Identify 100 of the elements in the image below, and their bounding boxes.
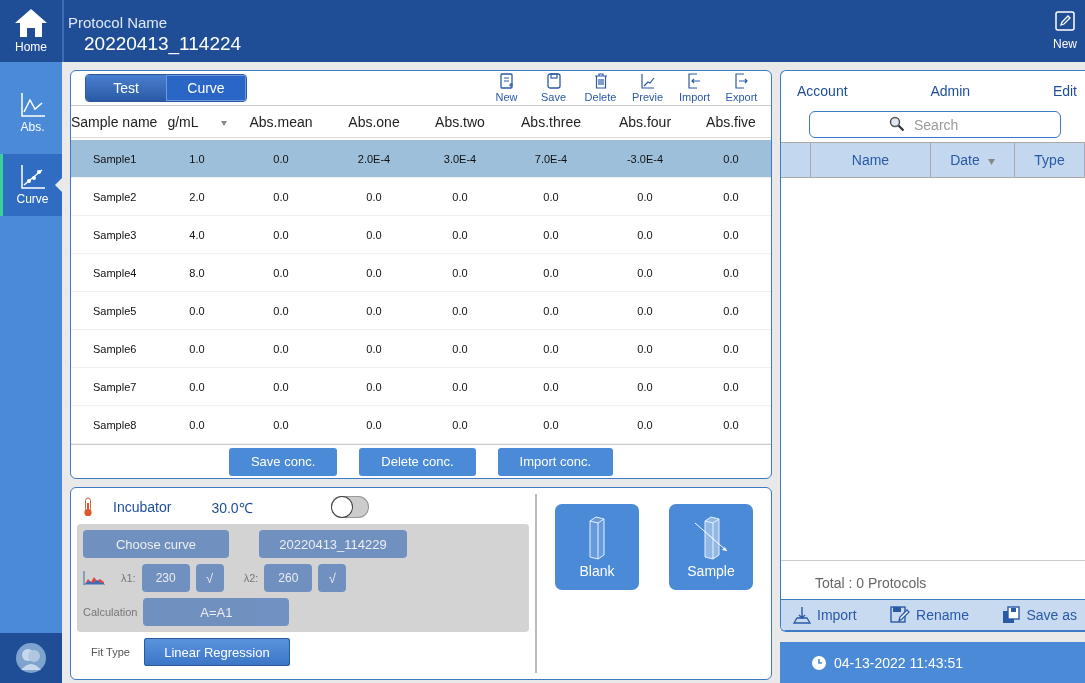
table-cell-text: 0.0 xyxy=(542,190,560,203)
table-cell-text: Sample7 xyxy=(92,380,138,393)
table-cell-text: Sample6 xyxy=(92,342,138,355)
action-button[interactable]: Save conc. xyxy=(228,447,338,476)
datetime: 04-13-2022 11:43:51 xyxy=(834,654,963,671)
edit-button[interactable]: Edit xyxy=(1052,83,1077,99)
column-header[interactable]: Abs.four xyxy=(618,113,672,130)
table-row[interactable]: Sample6 0.0 0.0 0.0 0.0 0.0 0.0 0.0 xyxy=(71,330,771,369)
table-row[interactable]: Sample1 1.0 0.0 2.0E-4 3.0E-4 7.0E-4 -3.0E-4 0.0 xyxy=(71,140,771,179)
table-cell-text: 0.0 xyxy=(365,304,383,317)
table-cell-text: 0.0 xyxy=(365,342,383,355)
table-cell-text: 0.0 xyxy=(365,266,383,279)
table-row[interactable]: Sample2 2.0 0.0 0.0 0.0 0.0 0.0 0.0 xyxy=(71,178,771,217)
action-button[interactable]: Import conc. xyxy=(497,447,614,476)
home-icon xyxy=(14,8,48,38)
table-cell-text: Sample4 xyxy=(92,266,138,279)
table-cell-text: 0.0 xyxy=(451,228,469,241)
table-cell-text: 0.0 xyxy=(365,380,383,393)
sidebar-item[interactable]: Abs. xyxy=(0,82,62,144)
protocol-action-button[interactable]: Import xyxy=(793,606,857,624)
table-cell-text: 1.0 xyxy=(188,152,206,165)
table-cell-text: 0.0 xyxy=(451,380,469,393)
table-cell-text: 8.0 xyxy=(188,266,206,279)
import-icon xyxy=(793,606,811,624)
column-header[interactable]: Name xyxy=(851,152,890,168)
column-header[interactable]: Abs.two xyxy=(435,113,485,130)
table-cell-text: 0.0 xyxy=(188,380,206,393)
table-cell-text: 4.0 xyxy=(188,228,206,241)
account-name: Admin xyxy=(930,83,971,99)
table-row[interactable]: Sample4 8.0 0.0 0.0 0.0 0.0 0.0 0.0 xyxy=(71,254,771,293)
chart-icon xyxy=(640,73,655,90)
cuvette-light-icon xyxy=(693,515,729,561)
table-cell-text: 0.0 xyxy=(451,266,469,279)
measure-button[interactable]: Sample xyxy=(669,504,753,590)
table-row[interactable]: Sample3 4.0 0.0 0.0 0.0 0.0 0.0 0.0 xyxy=(71,216,771,255)
table-cell-text: 0.0 xyxy=(722,152,740,165)
column-header[interactable]: Abs.five xyxy=(706,113,756,130)
table-cell-text: 0.0 xyxy=(272,342,290,355)
table-cell-text: 0.0 xyxy=(542,380,560,393)
table-cell-text: 0.0 xyxy=(542,342,560,355)
table-cell-text: 0.0 xyxy=(636,266,654,279)
table-cell-text: 0.0 xyxy=(365,418,383,431)
toolbar-button[interactable]: Import xyxy=(673,73,716,104)
search-field[interactable]: Search xyxy=(809,111,1061,138)
clock-icon xyxy=(812,655,826,670)
home-button[interactable]: Home xyxy=(0,0,62,62)
new-button[interactable]: New xyxy=(1045,0,1085,62)
toolbar-button[interactable]: New xyxy=(485,73,528,104)
tab[interactable]: Curve xyxy=(166,75,246,102)
table-cell-text: 0.0 xyxy=(272,266,290,279)
table-cell-text: Sample2 xyxy=(92,190,138,203)
measure-button[interactable]: Blank xyxy=(555,504,639,590)
thermometer-icon xyxy=(83,497,93,517)
column-header[interactable]: Sample name xyxy=(71,113,158,130)
protocol-name: 20220413_114224 xyxy=(83,33,242,55)
toolbar-button[interactable]: Export xyxy=(720,73,763,104)
column-header[interactable]: Abs.one xyxy=(348,113,400,130)
sort-icon[interactable] xyxy=(220,120,227,126)
column-header[interactable]: Abs.mean xyxy=(249,113,313,130)
column-header[interactable]: Type xyxy=(1034,152,1065,168)
column-header[interactable]: g/mL xyxy=(167,113,227,130)
save-as-icon xyxy=(1002,606,1021,624)
table-cell-text: 0.0 xyxy=(542,266,560,279)
table-cell-text: 0.0 xyxy=(272,380,290,393)
table-cell-text: 0.0 xyxy=(188,304,206,317)
table-cell-text: 0.0 xyxy=(272,228,290,241)
protocol-action-button[interactable]: Save as xyxy=(1002,606,1077,624)
toolbar-button[interactable]: Delete xyxy=(579,73,622,104)
table-row[interactable]: Sample5 0.0 0.0 0.0 0.0 0.0 0.0 0.0 xyxy=(71,292,771,331)
wavelength-label: λ2: xyxy=(243,572,259,584)
table-cell-text: 0.0 xyxy=(272,418,290,431)
table-cell-text: 0.0 xyxy=(722,228,740,241)
line-chart-icon xyxy=(19,92,46,118)
import-icon xyxy=(687,73,702,90)
action-button[interactable]: Delete conc. xyxy=(359,447,476,476)
account-label: Account xyxy=(797,83,848,99)
protocol-action-button[interactable]: Rename xyxy=(890,606,969,624)
table-cell-text: 0.0 xyxy=(722,304,740,317)
table-cell-text: 0.0 xyxy=(636,304,654,317)
scatter-chart-icon xyxy=(19,164,46,190)
table-row[interactable]: Sample7 0.0 0.0 0.0 0.0 0.0 0.0 0.0 xyxy=(71,368,771,407)
trash-icon xyxy=(593,73,608,90)
fit-type-label: Fit Type xyxy=(91,646,130,658)
sidebar-item[interactable]: Curve xyxy=(0,154,62,216)
calculation-label: Calculation xyxy=(83,606,138,618)
table-cell-text: 0.0 xyxy=(722,266,740,279)
toolbar-button[interactable]: Save xyxy=(532,73,575,104)
tab[interactable]: Test xyxy=(86,75,166,102)
table-row[interactable]: Sample8 0.0 0.0 0.0 0.0 0.0 0.0 0.0 xyxy=(71,406,771,445)
table-cell-text: 0.0 xyxy=(188,342,206,355)
edit-icon xyxy=(1055,11,1075,31)
temperature-value: 30.0℃ xyxy=(211,498,253,517)
table-cell-text: 0.0 xyxy=(636,228,654,241)
incubator-toggle[interactable] xyxy=(330,496,369,518)
avatar-icon[interactable] xyxy=(0,633,62,683)
table-cell-text: 0.0 xyxy=(636,418,654,431)
fit-type-button[interactable]: Linear Regression xyxy=(143,638,290,666)
column-header[interactable]: Date xyxy=(950,152,995,168)
toolbar-button[interactable]: Previe xyxy=(626,73,669,104)
column-header[interactable]: Abs.three xyxy=(521,113,581,130)
